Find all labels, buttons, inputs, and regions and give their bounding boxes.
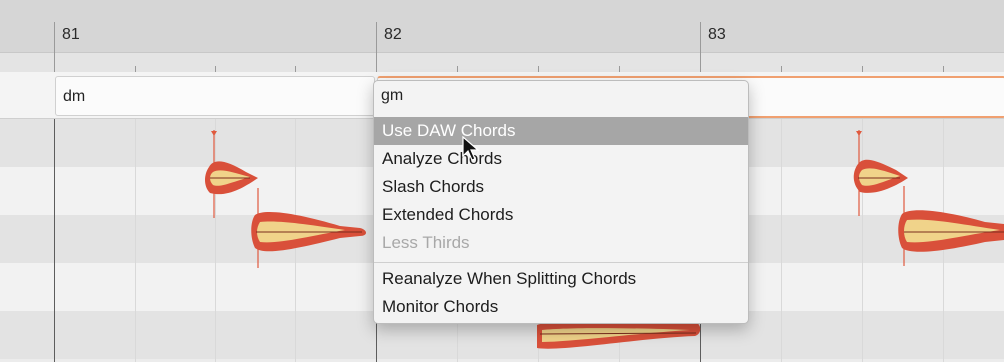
menu-item-use-daw-chords[interactable]: Use DAW Chords (374, 117, 748, 145)
note-blob[interactable] (853, 130, 908, 216)
note-blob[interactable] (898, 186, 1004, 266)
menu-item-analyze-chords[interactable]: Analyze Chords (374, 145, 748, 173)
menu-item-label: Less Thirds (382, 233, 470, 252)
current-chord-label: gm (381, 87, 404, 104)
note-blob[interactable] (251, 188, 366, 268)
chord-context-menu: gm Use DAW Chords Analyze Chords Slash C… (373, 80, 749, 324)
menu-item-label: Reanalyze When Splitting Chords (382, 269, 637, 288)
menu-item-label: Slash Chords (382, 177, 485, 196)
menu-item-label: Extended Chords (382, 205, 514, 224)
menu-item-reanalyze-when-splitting[interactable]: Reanalyze When Splitting Chords (374, 265, 748, 293)
note-blob[interactable] (205, 130, 258, 218)
menu-item-slash-chords[interactable]: Slash Chords (374, 173, 748, 201)
menu-item-less-thirds: Less Thirds (374, 229, 748, 257)
menu-separator (374, 262, 748, 263)
note-blob[interactable] (537, 319, 701, 349)
mouse-pointer-icon (462, 136, 480, 161)
menu-item-label: Monitor Chords (382, 297, 499, 316)
menu-item-extended-chords[interactable]: Extended Chords (374, 201, 748, 229)
menu-item-label: Analyze Chords (382, 149, 503, 168)
menu-item-monitor-chords[interactable]: Monitor Chords (374, 293, 748, 321)
menu-item-label: Use DAW Chords (382, 121, 516, 140)
menu-current-chord: gm (374, 81, 748, 117)
